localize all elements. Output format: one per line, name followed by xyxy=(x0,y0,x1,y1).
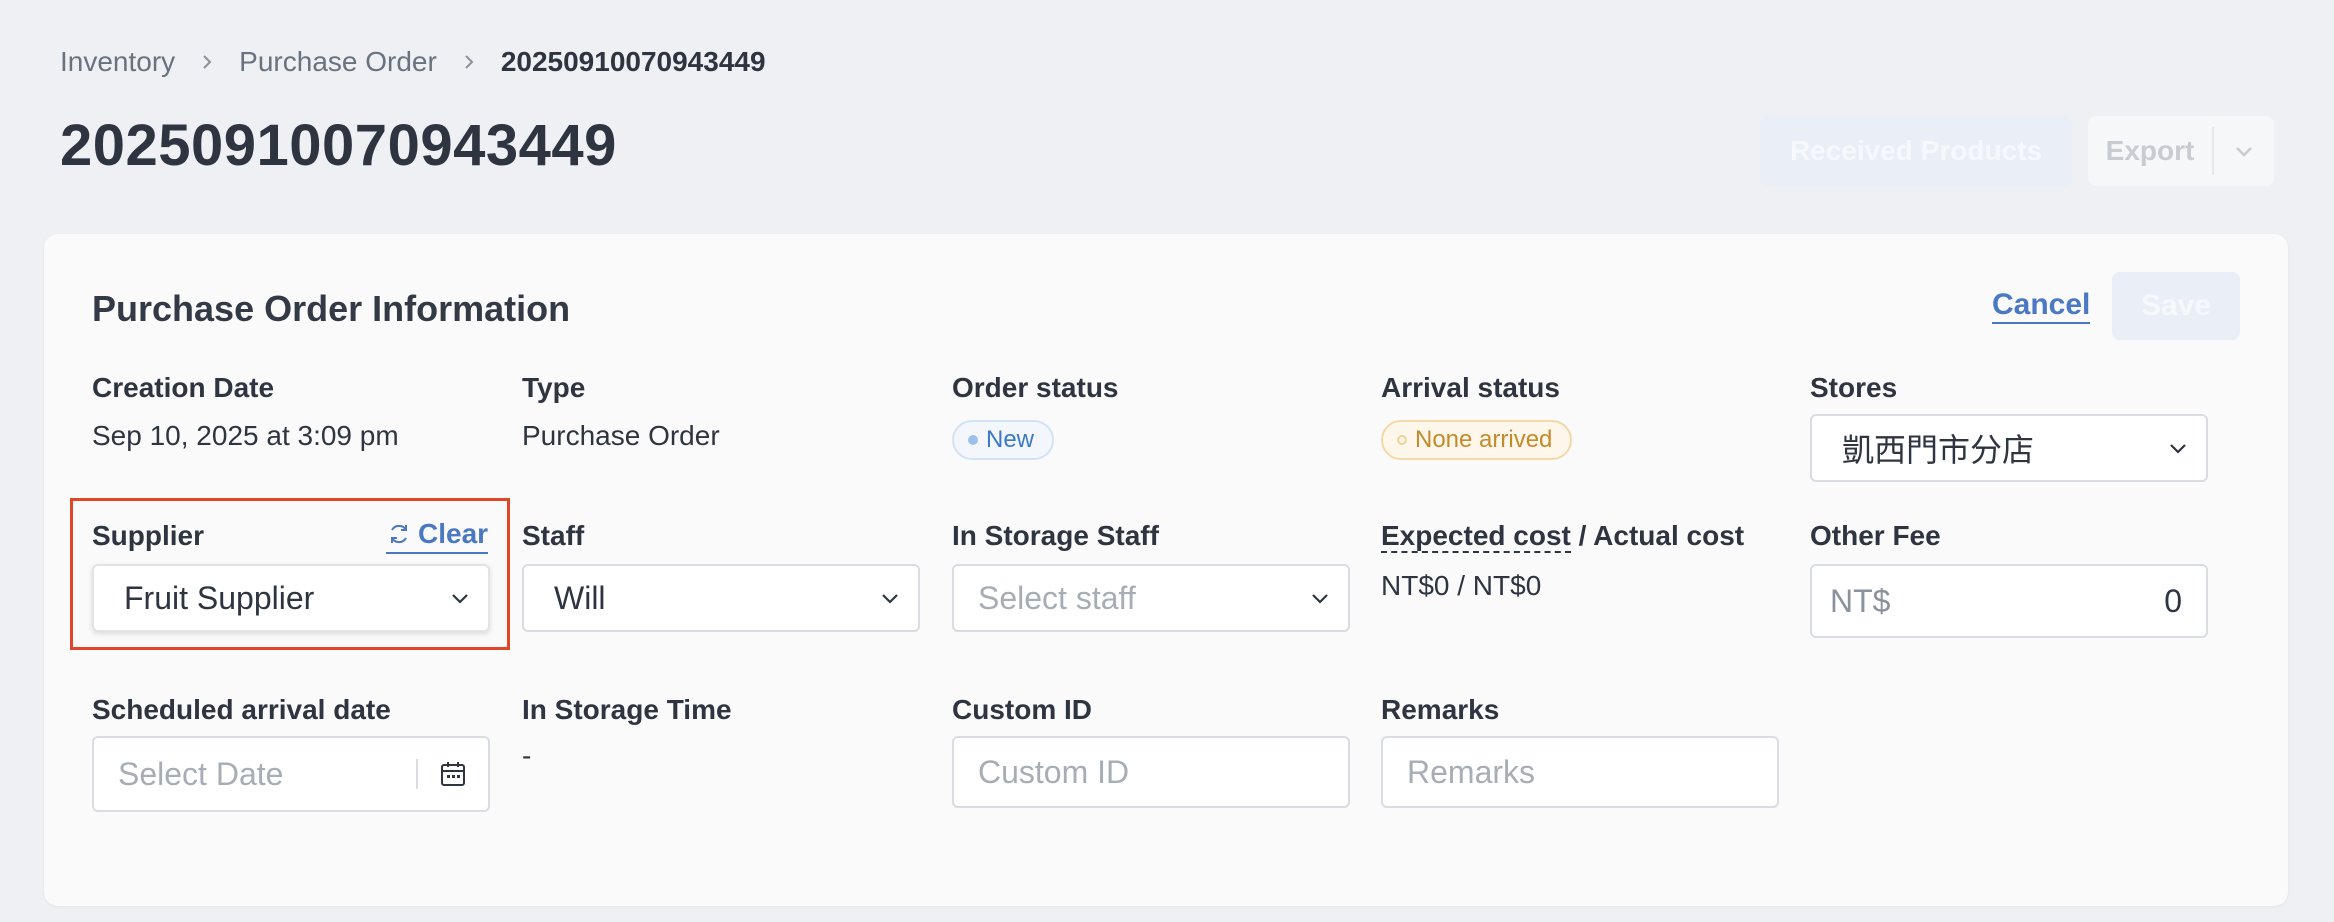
chevron-down-icon xyxy=(862,586,918,610)
order-status-badge: New xyxy=(952,420,1055,460)
export-button[interactable]: Export xyxy=(2088,135,2212,167)
custom-id-placeholder: Custom ID xyxy=(978,753,1130,790)
expected-cost-label[interactable]: Expected cost xyxy=(1381,520,1571,553)
clear-supplier-button[interactable]: Clear xyxy=(386,518,489,554)
stores-value: 凱西門市分店 xyxy=(1842,432,2035,468)
staff-value: Will xyxy=(554,579,606,616)
remarks-input[interactable]: Remarks xyxy=(1381,736,1779,808)
arrival-status-label: Arrival status xyxy=(1381,372,1560,403)
breadcrumb-item-inventory[interactable]: Inventory xyxy=(60,46,175,78)
chevron-down-icon xyxy=(432,586,488,610)
clear-label: Clear xyxy=(418,518,489,549)
other-fee-input[interactable]: NT$ 0 xyxy=(1810,564,2208,638)
breadcrumb-current: 20250910070943449 xyxy=(500,46,766,77)
custom-id-label: Custom ID xyxy=(952,694,1092,725)
in-storage-staff-placeholder: Select staff xyxy=(978,579,1136,616)
type-label: Type xyxy=(522,372,586,403)
custom-id-input[interactable]: Custom ID xyxy=(952,736,1350,808)
in-storage-staff-label: In Storage Staff xyxy=(952,520,1159,551)
calendar-button[interactable] xyxy=(416,759,488,789)
refresh-icon xyxy=(391,524,407,544)
arrival-status-value: None arrived xyxy=(1415,426,1553,453)
supplier-select[interactable]: Fruit Supplier xyxy=(92,564,490,632)
status-dot xyxy=(1397,435,1407,445)
creation-date-label: Creation Date xyxy=(92,372,275,403)
save-button[interactable]: Save xyxy=(2112,272,2240,340)
cost-label-separator: / xyxy=(1570,520,1594,551)
remarks-placeholder: Remarks xyxy=(1407,753,1536,790)
remarks-label: Remarks xyxy=(1381,694,1500,725)
chevron-down-icon xyxy=(2236,147,2252,157)
cancel-button[interactable]: Cancel xyxy=(1992,288,2091,324)
supplier-value: Fruit Supplier xyxy=(124,579,315,616)
scheduled-arrival-date-picker[interactable]: Select Date xyxy=(92,736,490,812)
chevron-right-icon xyxy=(459,52,479,72)
cost-value: NT$0 / NT$0 xyxy=(1381,570,1542,601)
status-dot xyxy=(968,435,978,445)
staff-select[interactable]: Will xyxy=(522,564,920,632)
received-products-button[interactable]: Received Products xyxy=(1760,116,2072,186)
supplier-label: Supplier xyxy=(92,520,205,551)
order-status-label: Order status xyxy=(952,372,1119,403)
calendar-icon xyxy=(441,762,465,786)
breadcrumb: Inventory Purchase Order 202509100709434… xyxy=(60,44,766,80)
in-storage-time-value: - xyxy=(522,740,532,771)
actual-cost-label: Actual cost xyxy=(1593,520,1745,551)
arrival-status-badge: None arrived xyxy=(1381,420,1573,460)
section-title: Purchase Order Information xyxy=(92,288,571,329)
cost-label: Expected cost / Actual cost xyxy=(1381,520,1745,553)
stores-select[interactable]: 凱西門市分店 xyxy=(1810,414,2208,482)
staff-label: Staff xyxy=(522,520,585,551)
in-storage-staff-select[interactable]: Select staff xyxy=(952,564,1350,632)
in-storage-time-label: In Storage Time xyxy=(522,694,732,725)
stores-label: Stores xyxy=(1810,372,1898,403)
other-fee-value: 0 xyxy=(2164,582,2182,619)
currency-prefix: NT$ xyxy=(1830,582,1891,619)
scheduled-arrival-label: Scheduled arrival date xyxy=(92,694,391,725)
export-dropdown-toggle[interactable] xyxy=(2214,139,2274,163)
page-title: 20250910070943449 xyxy=(60,113,617,178)
order-status-value: New xyxy=(986,426,1035,453)
creation-date-value: Sep 10, 2025 at 3:09 pm xyxy=(92,420,399,451)
export-button-group: Export xyxy=(2088,116,2274,186)
chevron-down-icon xyxy=(1292,586,1348,610)
chevron-down-icon xyxy=(2150,436,2206,460)
other-fee-label: Other Fee xyxy=(1810,520,1941,551)
type-value: Purchase Order xyxy=(522,420,720,451)
breadcrumb-item-purchase-order[interactable]: Purchase Order xyxy=(239,46,437,78)
chevron-right-icon xyxy=(197,52,217,72)
scheduled-arrival-placeholder: Select Date xyxy=(118,755,284,792)
